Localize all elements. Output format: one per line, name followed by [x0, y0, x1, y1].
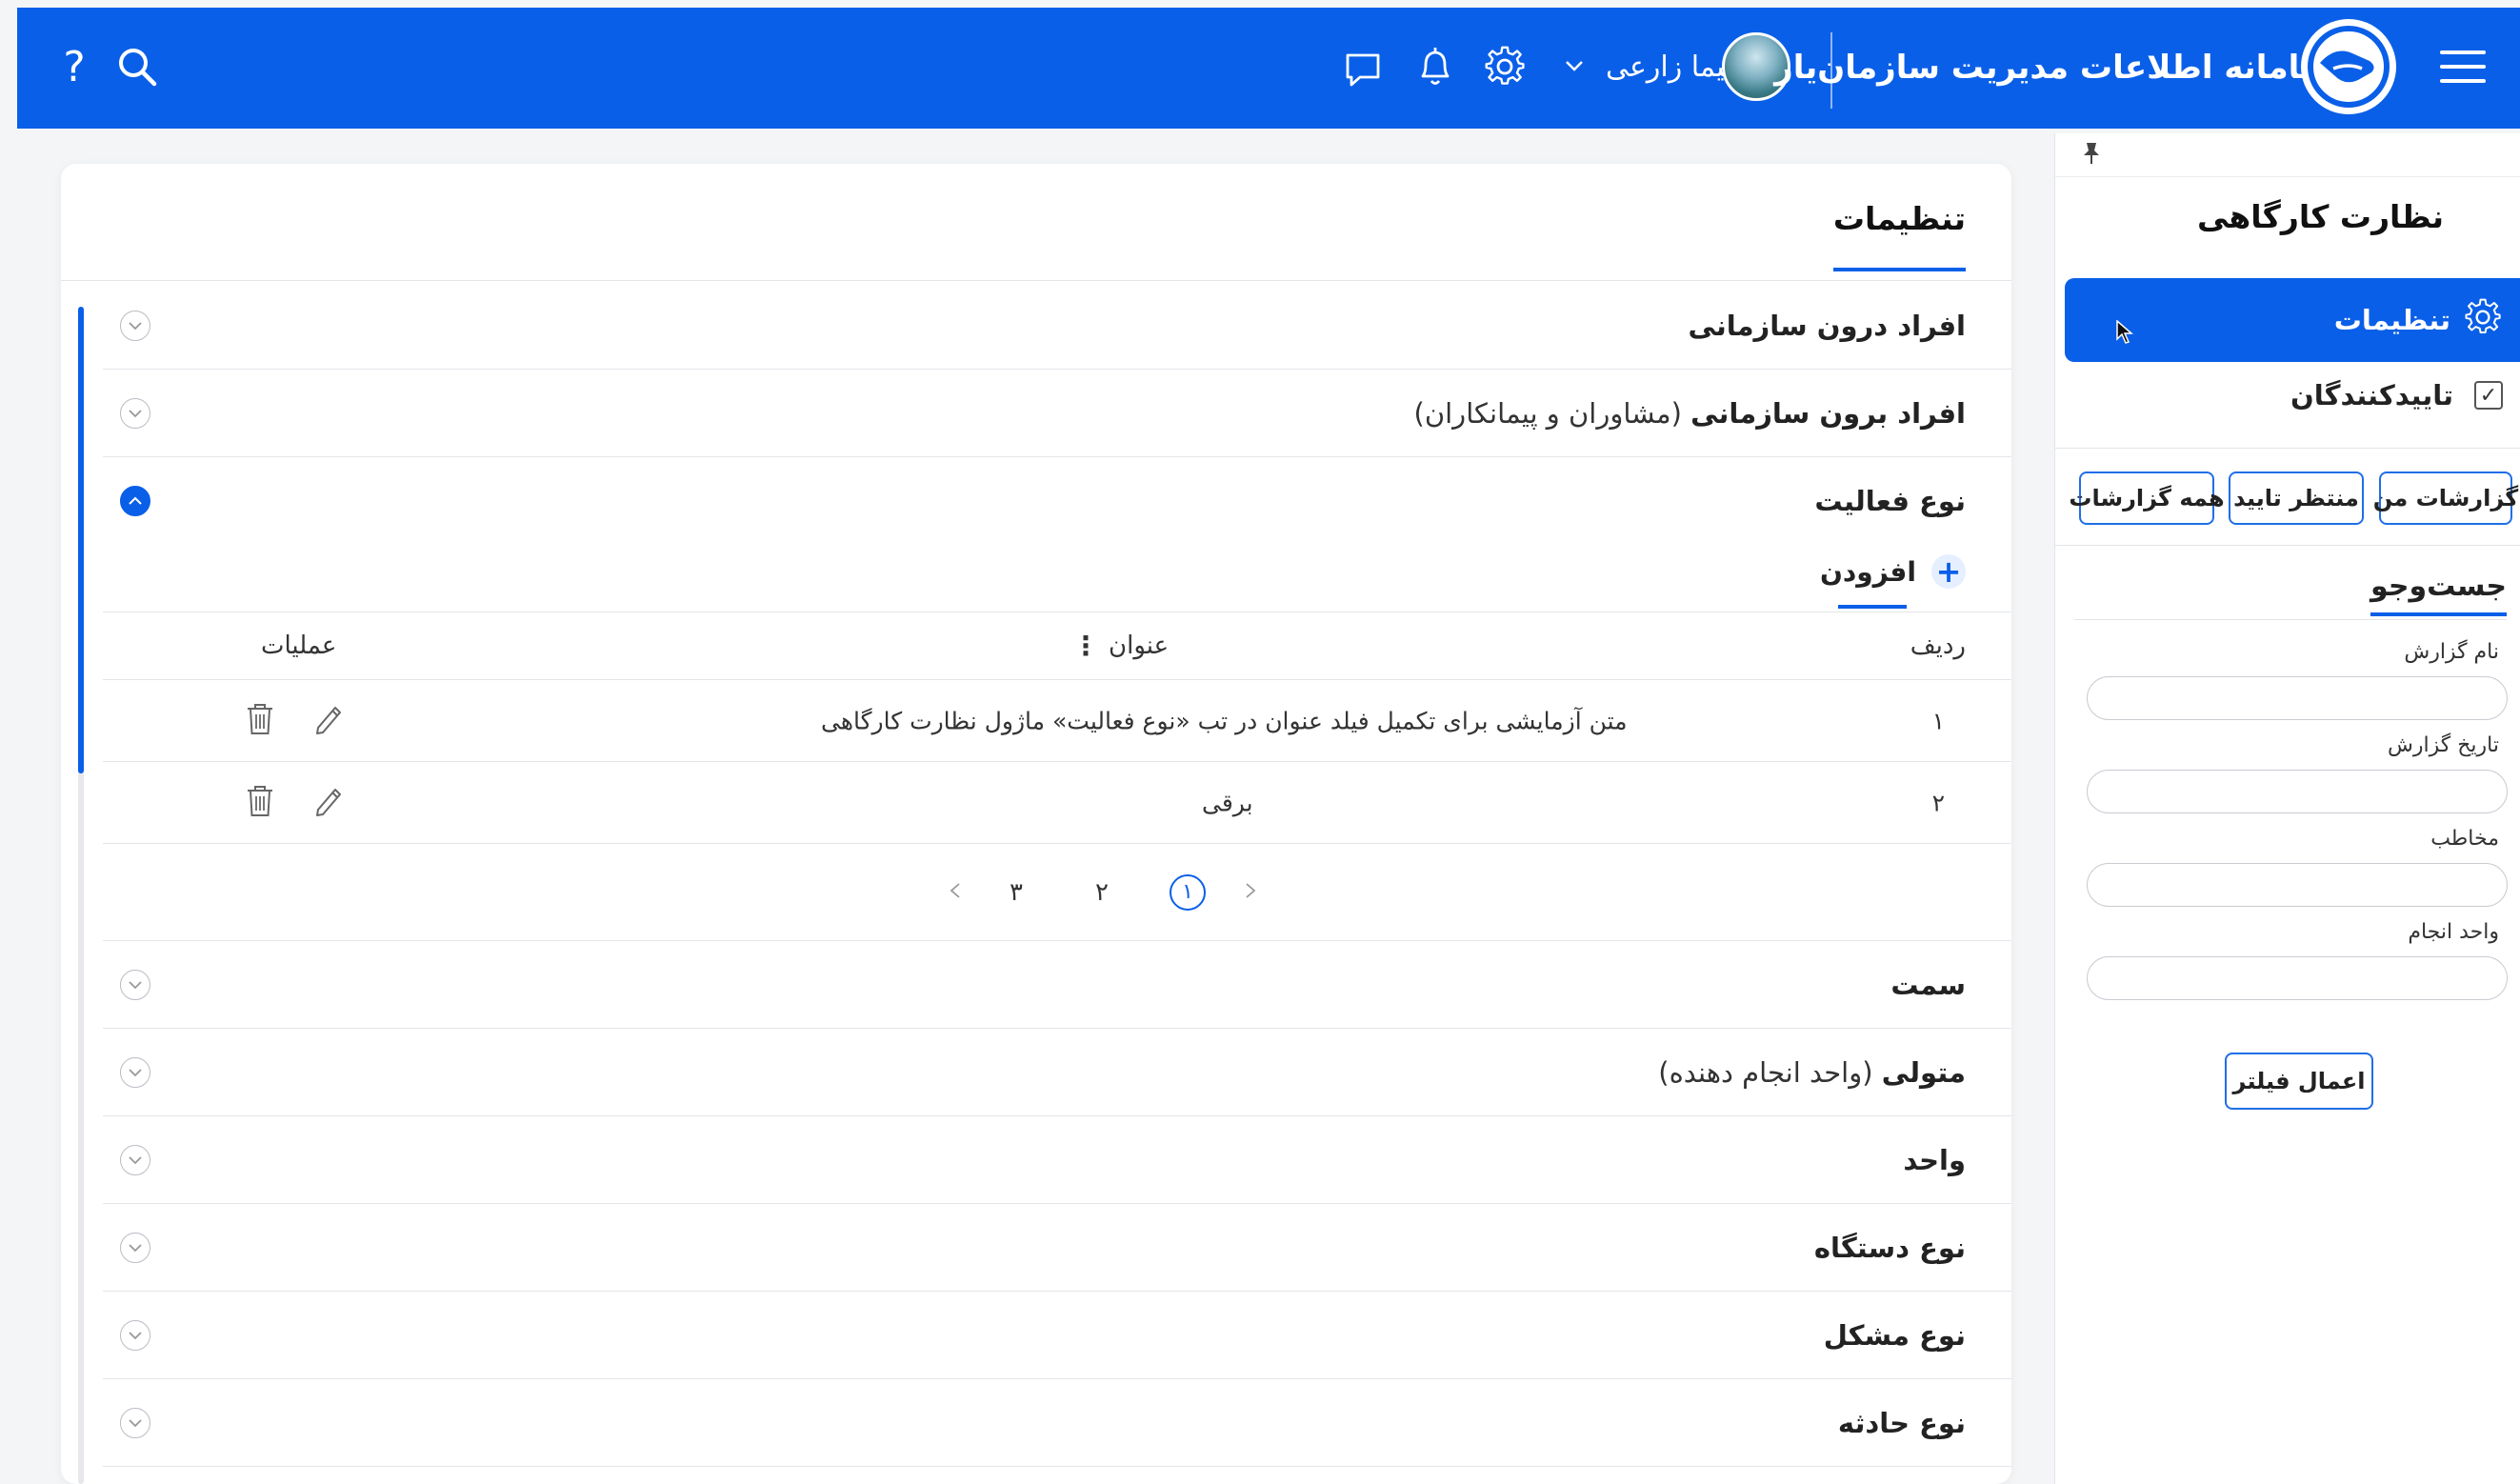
accordion-responsible[interactable]: متولی (واحد انجام دهنده) [103, 1029, 2011, 1116]
accordion-unit[interactable]: واحد [103, 1116, 2011, 1204]
checkbox[interactable]: ✓ [2474, 381, 2503, 410]
row-title: متن آزمایشی برای تکمیل فیلد عنوان در تب … [821, 707, 1628, 734]
executing-unit-label: واحد انجام [2408, 920, 2499, 944]
user-name[interactable]: نیما زارعی [1606, 46, 1733, 88]
accordion-title: واحد [1903, 1143, 1966, 1176]
column-menu-icon[interactable]: ⋮ [1072, 631, 1099, 662]
pagination: ۱ ۲ ۳ [103, 844, 2011, 941]
mouse-cursor-icon [2116, 319, 2134, 349]
add-button[interactable]: افزودن + [1819, 553, 1966, 600]
page-3[interactable]: ۳ [1010, 878, 1023, 907]
accordion-activity-type[interactable]: نوع فعالیت [103, 457, 2011, 545]
edit-icon[interactable] [312, 785, 343, 821]
report-date-input[interactable] [2087, 770, 2508, 813]
accordion-internal-people[interactable]: افراد درون سازمانی [103, 282, 2011, 370]
chat-icon[interactable] [1343, 50, 1383, 90]
sidebar-title: نظارت کارگاهی [2196, 198, 2444, 235]
executing-unit-input[interactable] [2087, 956, 2508, 1000]
top-header: ? نیما زارعی سامانه اطلاعات مدیریت سازما… [17, 8, 2520, 129]
sidebar-item-approvers[interactable]: تاییدکنندگان ✓ [2290, 379, 2503, 411]
add-label: افزودن [1819, 555, 1916, 588]
tab-my-reports[interactable]: گزارشات من [2373, 471, 2518, 525]
help-icon[interactable]: ? [55, 36, 93, 97]
delete-icon[interactable] [246, 784, 274, 822]
sidebar-item-label: تنظیمات [2333, 304, 2450, 336]
search-icon[interactable] [116, 46, 158, 88]
chevron-down-icon[interactable] [120, 1144, 150, 1175]
scrollbar-thumb[interactable] [78, 307, 84, 773]
table-row: ۱ متن آزمایشی برای تکمیل فیلد عنوان در ت… [103, 680, 2011, 762]
page-title: تنظیمات [1832, 200, 1966, 271]
settings-card: تنظیمات افراد درون سازمانی افراد برون سا… [61, 164, 2011, 1484]
accordion-device-type[interactable]: نوع دستگاه [103, 1204, 2011, 1292]
row-number: ۲ [1931, 789, 1945, 816]
bell-icon[interactable] [1415, 44, 1455, 90]
accordion-title: نوع دستگاه [1813, 1231, 1966, 1264]
card-divider [61, 280, 2011, 281]
accordion-incident-type[interactable]: نوع حادثه [103, 1379, 2011, 1467]
sidebar-item-label: تاییدکنندگان [2290, 379, 2453, 411]
page-2[interactable]: ۲ [1095, 878, 1109, 907]
accordion-position[interactable]: سمت [103, 941, 2011, 1029]
sidebar-divider [2055, 545, 2520, 546]
apply-filter-button[interactable]: اعمال فیلتر [2225, 1053, 2373, 1110]
report-name-label: نام گزارش [2404, 640, 2499, 664]
tab-pending-approval[interactable]: منتظر تایید [2229, 471, 2364, 525]
pin-icon[interactable] [2082, 141, 2101, 171]
recipient-label: مخاطب [2430, 827, 2499, 851]
accordion-external-people[interactable]: افراد برون سازمانی (مشاوران و پیمانکاران… [103, 370, 2011, 457]
accordion-title: نوع حادثه [1837, 1406, 1966, 1439]
accordion-title: افراد درون سازمانی [1688, 309, 1966, 342]
column-operations: عملیات [261, 632, 337, 660]
sidebar-divider [2055, 448, 2520, 449]
row-number: ۱ [1931, 707, 1945, 734]
accordion-title: نوع فعالیت [1814, 485, 1966, 517]
search-divider [2074, 619, 2507, 620]
edit-icon[interactable] [312, 703, 343, 739]
page-1[interactable]: ۱ [1170, 873, 1206, 911]
chevron-down-icon[interactable] [1564, 59, 1585, 72]
table-row: ۲ برقی [103, 762, 2011, 844]
chevron-down-icon[interactable] [120, 397, 150, 429]
plus-icon: + [1931, 553, 1966, 590]
gear-icon[interactable] [1484, 46, 1526, 88]
logo-icon [2301, 19, 2396, 114]
accordion-title: افراد برون سازمانی (مشاوران و پیمانکاران… [1413, 396, 1966, 430]
tab-all-reports[interactable]: همه گزارشات [2069, 471, 2225, 525]
column-title[interactable]: عنوان [1109, 632, 1169, 660]
chevron-up-icon[interactable] [120, 486, 150, 516]
sidebar-divider [2055, 176, 2520, 177]
add-underline [1838, 605, 1907, 609]
accordion-title: متولی (واحد انجام دهنده) [1658, 1055, 1966, 1089]
report-date-label: تاریخ گزارش [2388, 733, 2499, 757]
chevron-down-icon[interactable] [120, 310, 150, 341]
chevron-right-icon[interactable] [1244, 878, 1257, 907]
chevron-down-icon[interactable] [120, 1056, 150, 1088]
chevron-left-icon[interactable] [949, 878, 962, 907]
tab-search[interactable]: جست‌وجو [2370, 570, 2507, 616]
recipient-input[interactable] [2087, 863, 2508, 907]
chevron-down-icon[interactable] [120, 1407, 150, 1438]
chevron-down-icon[interactable] [120, 1319, 150, 1351]
accordion-problem-type[interactable]: نوع مشکل [103, 1292, 2011, 1379]
accordion-title: سمت [1890, 968, 1966, 1001]
accordion-title: نوع مشکل [1823, 1318, 1966, 1352]
table-header: ردیف عنوان ⋮ عملیات [103, 612, 2011, 680]
chevron-down-icon[interactable] [120, 969, 150, 1000]
report-name-input[interactable] [2087, 676, 2508, 720]
app-title: سامانه اطلاعات مدیریت سازمان‌یار [1774, 49, 2332, 87]
delete-icon[interactable] [246, 702, 274, 740]
menu-icon[interactable] [2440, 48, 2486, 86]
chevron-down-icon[interactable] [120, 1232, 150, 1263]
column-row-number: ردیف [1910, 632, 1966, 660]
gear-icon [2464, 298, 2502, 343]
row-title: برقی [1202, 789, 1253, 816]
